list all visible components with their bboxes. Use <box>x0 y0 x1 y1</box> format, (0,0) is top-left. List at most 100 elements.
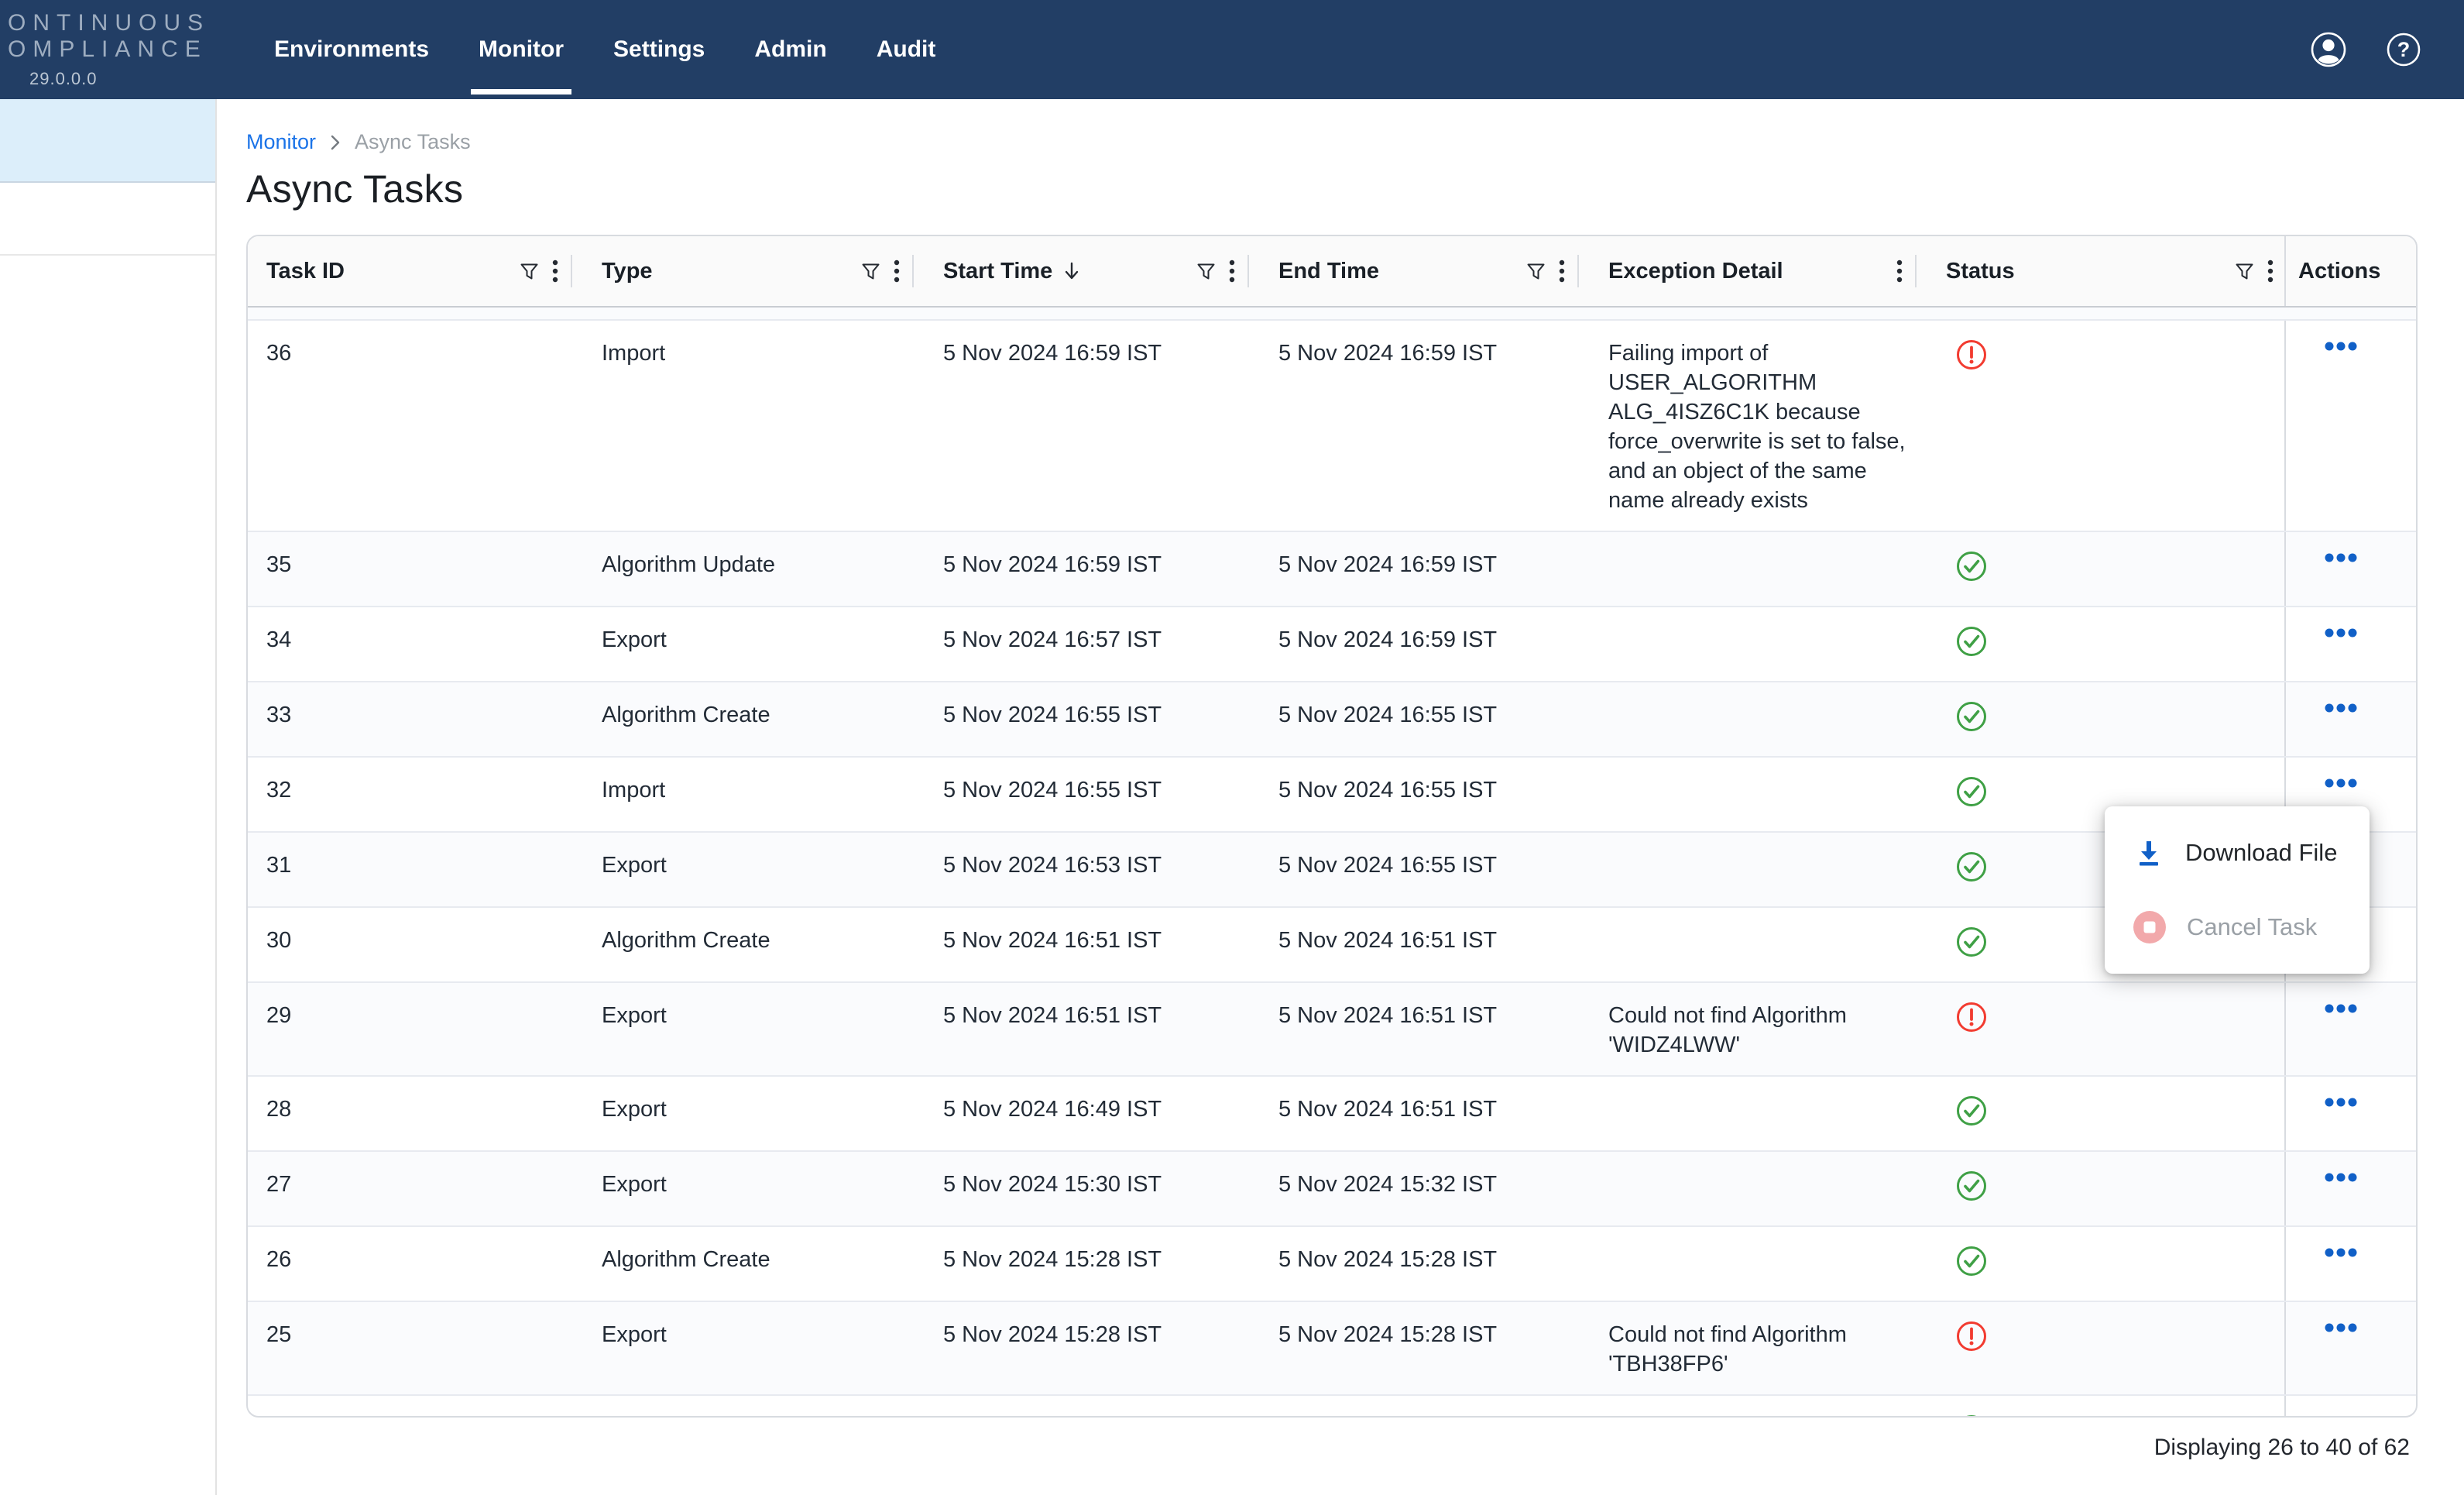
cell-task-id: 28 <box>248 1077 583 1150</box>
cell-type: Export <box>583 1077 925 1150</box>
cell-actions <box>2284 1302 2416 1394</box>
main-nav: Environments Monitor Settings Admin Audi… <box>274 0 935 99</box>
nav-item-admin[interactable]: Admin <box>754 0 826 99</box>
cell-end-time: 5 Nov 2024 16:55 IST <box>1260 682 1590 756</box>
table-row: 34 Export 5 Nov 2024 16:57 IST 5 Nov 202… <box>248 607 2416 682</box>
column-label: Type <box>602 259 653 284</box>
column-menu-icon[interactable] <box>2267 259 2274 284</box>
cell-start-time: 5 Nov 2024 16:59 IST <box>925 532 1260 606</box>
cell-start-time: 5 Nov 2024 16:59 IST <box>925 321 1260 531</box>
cell-actions <box>2284 1152 2416 1225</box>
left-sidebar <box>0 99 217 1495</box>
cell-actions <box>2284 607 2416 681</box>
logo-line-2: OMPLIANCE <box>8 36 256 63</box>
nav-item-settings[interactable]: Settings <box>613 0 705 99</box>
cell-exception-detail <box>1590 758 1927 831</box>
cell-task-id: 29 <box>248 983 583 1075</box>
cell-type: Export <box>583 983 925 1075</box>
menu-item-download-file[interactable]: Download File <box>2105 816 2370 890</box>
user-avatar-icon[interactable] <box>2311 32 2346 67</box>
stop-icon <box>2133 910 2167 944</box>
cell-status <box>1927 1227 2284 1301</box>
status-success-icon <box>1955 625 1988 658</box>
column-menu-icon[interactable] <box>894 259 900 284</box>
download-icon <box>2133 837 2165 869</box>
nav-icons: ? <box>2311 32 2464 67</box>
column-menu-icon[interactable] <box>1229 259 1235 284</box>
cell-end-time: 5 Nov 2024 15:32 IST <box>1260 1152 1590 1225</box>
row-actions-ellipsis-icon[interactable] <box>2325 342 2357 351</box>
breadcrumb-monitor-link[interactable]: Monitor <box>246 130 316 154</box>
column-label: Start Time <box>943 259 1052 284</box>
sidebar-item[interactable] <box>0 183 215 256</box>
cell-actions <box>2284 321 2416 531</box>
menu-item-label: Download File <box>2185 839 2337 867</box>
table-row: 28 Export 5 Nov 2024 16:49 IST 5 Nov 202… <box>248 1077 2416 1152</box>
cell-type: Export <box>583 1152 925 1225</box>
breadcrumb-chevron-icon <box>330 133 341 152</box>
filter-icon[interactable] <box>860 261 881 282</box>
row-actions-ellipsis-icon[interactable] <box>2325 703 2357 713</box>
app-version: 29.0.0.0 <box>29 69 256 89</box>
cell-type: Import <box>583 758 925 831</box>
table-header-row: Task ID Type Start Time <box>248 236 2416 308</box>
filter-icon[interactable] <box>1525 261 1546 282</box>
cell-status <box>1927 1077 2284 1150</box>
row-actions-ellipsis-icon[interactable] <box>2325 628 2357 638</box>
row-actions-ellipsis-icon[interactable] <box>2325 1417 2357 1418</box>
cell-task-id: 33 <box>248 682 583 756</box>
table-row: 24 Export 5 Nov 2024 15:26 IST 5 Nov 202… <box>248 1396 2416 1418</box>
status-success-icon <box>1955 1245 1988 1277</box>
status-success-icon <box>1955 851 1988 883</box>
row-actions-ellipsis-icon[interactable] <box>2325 1098 2357 1107</box>
help-icon[interactable]: ? <box>2387 33 2421 67</box>
column-header: End Time <box>1260 236 1590 306</box>
nav-item-environments[interactable]: Environments <box>274 0 429 99</box>
nav-item-audit[interactable]: Audit <box>877 0 936 99</box>
cell-type: Algorithm Create <box>583 682 925 756</box>
cell-end-time: 5 Nov 2024 16:55 IST <box>1260 833 1590 906</box>
table-row: 32 Import 5 Nov 2024 16:55 IST 5 Nov 202… <box>248 758 2416 833</box>
cell-task-id: 25 <box>248 1302 583 1394</box>
column-label: Status <box>1946 259 2015 284</box>
nav-item-monitor[interactable]: Monitor <box>479 0 564 99</box>
svg-text:?: ? <box>2397 38 2411 61</box>
column-header-icons <box>1896 259 1903 284</box>
row-actions-ellipsis-icon[interactable] <box>2325 778 2357 788</box>
cell-status <box>1927 1302 2284 1394</box>
column-label: Task ID <box>266 259 345 284</box>
async-tasks-table: Task ID Type Start Time <box>246 235 2418 1418</box>
column-header-icons <box>860 259 900 284</box>
cell-type: Export <box>583 1396 925 1418</box>
table-row: 36 Import 5 Nov 2024 16:59 IST 5 Nov 202… <box>248 321 2416 532</box>
column-header: Actions <box>2284 236 2416 306</box>
filter-icon[interactable] <box>2234 261 2255 282</box>
cell-start-time: 5 Nov 2024 16:51 IST <box>925 983 1260 1075</box>
row-actions-ellipsis-icon[interactable] <box>2325 1248 2357 1257</box>
cell-actions <box>2284 1077 2416 1150</box>
row-actions-menu: Download File Cancel Task <box>2105 806 2370 974</box>
row-actions-ellipsis-icon[interactable] <box>2325 1173 2357 1182</box>
row-actions-ellipsis-icon[interactable] <box>2325 1004 2357 1013</box>
sort-desc-icon[interactable] <box>1063 260 1080 282</box>
column-menu-icon[interactable] <box>552 259 558 284</box>
menu-item-label: Cancel Task <box>2187 913 2317 941</box>
sidebar-item-selected[interactable] <box>0 99 215 183</box>
page-title: Async Tasks <box>246 167 2464 211</box>
breadcrumb-current: Async Tasks <box>355 130 471 154</box>
row-actions-ellipsis-icon[interactable] <box>2325 1323 2357 1332</box>
cell-start-time: 5 Nov 2024 15:28 IST <box>925 1302 1260 1394</box>
column-menu-icon[interactable] <box>1559 259 1565 284</box>
column-menu-icon[interactable] <box>1896 259 1903 284</box>
logo-line-1: ONTINUOUS <box>8 10 256 36</box>
filter-icon[interactable] <box>519 261 540 282</box>
filter-icon[interactable] <box>1196 261 1217 282</box>
row-actions-ellipsis-icon[interactable] <box>2325 553 2357 562</box>
status-error-icon <box>1955 1001 1988 1033</box>
cell-actions <box>2284 1227 2416 1301</box>
column-divider <box>1915 255 1917 287</box>
cell-task-id: 27 <box>248 1152 583 1225</box>
cell-end-time: 5 Nov 2024 16:51 IST <box>1260 1077 1590 1150</box>
column-divider <box>912 255 914 287</box>
cell-status <box>1927 1396 2284 1418</box>
